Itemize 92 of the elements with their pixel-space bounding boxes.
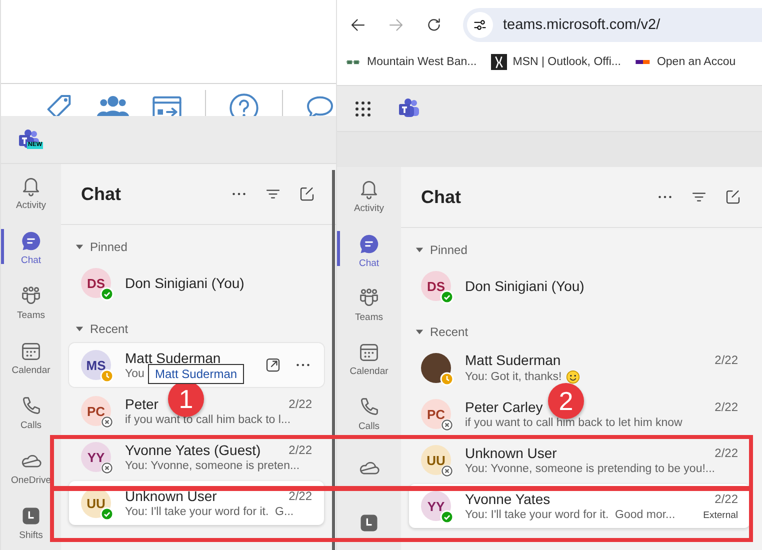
calendar-icon bbox=[358, 341, 380, 364]
rail-tab[interactable]: Calendar bbox=[1, 330, 61, 386]
calls-icon bbox=[20, 394, 42, 417]
rail-tab[interactable]: Shifts bbox=[1, 495, 61, 550]
address-bar[interactable]: teams.microsoft.com/v2/ bbox=[463, 8, 762, 42]
back-icon[interactable] bbox=[349, 16, 367, 34]
message-preview: You: Got it, thanks! bbox=[465, 371, 562, 383]
offline-status-icon bbox=[440, 418, 454, 432]
avatar: PC bbox=[81, 396, 111, 426]
offline-status-icon bbox=[100, 415, 114, 429]
activity-icon bbox=[358, 178, 380, 200]
rail-tab[interactable]: OneDrive bbox=[1, 440, 61, 496]
avatar: MS bbox=[81, 350, 111, 380]
chat-date: 2/22 bbox=[714, 353, 738, 367]
chat-date: 2/22 bbox=[714, 446, 738, 460]
chat-date: 2/22 bbox=[714, 400, 738, 414]
contact-name: Unknown User bbox=[465, 445, 557, 461]
pop-out-icon[interactable] bbox=[264, 356, 282, 374]
offline-status-icon bbox=[440, 464, 454, 478]
scrollbar[interactable] bbox=[332, 170, 335, 550]
smiley-emoji-icon bbox=[566, 370, 580, 384]
compose-icon[interactable] bbox=[298, 185, 316, 203]
contact-name: Yvonne Yates (Guest) bbox=[125, 442, 261, 458]
contact-name: Don Sinigiani (You) bbox=[125, 275, 244, 291]
section-header[interactable]: Recent bbox=[61, 307, 128, 343]
avatar: DS bbox=[81, 268, 111, 298]
butterfly-favicon-icon bbox=[490, 54, 507, 70]
available-status-icon bbox=[440, 290, 454, 304]
avatar: YY bbox=[81, 442, 111, 472]
section-header[interactable]: Recent bbox=[401, 310, 468, 346]
contact-name: Peter Carley bbox=[465, 399, 543, 415]
bookmark-link[interactable]: Mountain West Ban... bbox=[345, 54, 477, 70]
avatar: DS bbox=[421, 271, 451, 301]
contact-name: Unknown User bbox=[125, 488, 217, 504]
away-status-icon bbox=[440, 372, 454, 386]
chat-icon bbox=[358, 232, 380, 255]
rail-tab[interactable]: Chat bbox=[1, 220, 61, 276]
avatar: YY bbox=[421, 491, 451, 521]
contact-name: Peter bbox=[125, 396, 158, 412]
contact-name: Yvonne Yates bbox=[465, 491, 550, 507]
calendar-icon bbox=[20, 340, 42, 362]
message-preview: You: I'll take your word for it. Good mor... bbox=[465, 509, 676, 521]
message-preview: You: I'll take your word for it. G... bbox=[125, 506, 294, 518]
available-status-icon bbox=[100, 507, 114, 521]
chat-date: 2/22 bbox=[288, 489, 312, 503]
message-preview: if you want to call him back to l... bbox=[125, 414, 291, 426]
bookmark-link[interactable]: MSN | Outlook, Offi... bbox=[490, 54, 621, 70]
message-preview: You: Yvonne, someone is preten... bbox=[125, 460, 300, 472]
rail-tab[interactable]: Calls bbox=[1, 385, 61, 440]
avatar: UU bbox=[421, 445, 451, 475]
caret-icon bbox=[415, 246, 424, 254]
bank-favicon-icon bbox=[345, 60, 361, 64]
site-settings-icon bbox=[472, 17, 488, 33]
offline-status-icon bbox=[100, 461, 114, 475]
available-status-icon bbox=[440, 510, 454, 524]
message-preview: if you want to call him back to let him know bbox=[465, 417, 682, 429]
chat-item[interactable]: MS Matt Suderman You Matt Suderman bbox=[69, 343, 324, 387]
message-preview: You bbox=[125, 368, 144, 380]
contact-name: Don Sinigiani (You) bbox=[465, 278, 584, 294]
rail-tab[interactable]: Activity bbox=[1, 166, 61, 221]
available-status-icon bbox=[100, 287, 114, 301]
chat-date: 2/22 bbox=[288, 443, 312, 457]
section-header[interactable]: Pinned bbox=[401, 228, 468, 264]
caret-icon bbox=[415, 328, 424, 336]
bookmark-link[interactable]: Open an Accou bbox=[634, 54, 736, 70]
avatar: UU bbox=[81, 488, 111, 518]
calls-icon bbox=[358, 396, 380, 418]
app-launcher-icon[interactable] bbox=[353, 98, 373, 118]
avatar: PC bbox=[421, 399, 451, 429]
chat-icon bbox=[20, 230, 42, 252]
activity-icon bbox=[20, 175, 42, 198]
message-preview: You: Yvonne, someone is pretending to be you!... bbox=[465, 463, 715, 475]
rail-tab[interactable]: Activity bbox=[337, 169, 401, 224]
rail-tab[interactable]: Teams bbox=[337, 278, 401, 332]
contact-name: Matt Suderman bbox=[465, 352, 561, 368]
rail-tab[interactable]: Chat bbox=[337, 223, 401, 278]
rail-tab[interactable]: Teams bbox=[1, 276, 61, 331]
contact-name: Matt Suderman bbox=[125, 350, 221, 366]
pane-title: Chat bbox=[421, 186, 462, 208]
help-icon[interactable] bbox=[228, 92, 260, 116]
tooltip: Matt Suderman bbox=[148, 364, 244, 384]
away-status-icon bbox=[100, 369, 114, 383]
rail-tab[interactable]: Calls bbox=[337, 386, 401, 442]
section-header[interactable]: Pinned bbox=[61, 225, 128, 261]
external-label: External bbox=[703, 510, 738, 520]
pane-title: Chat bbox=[81, 184, 122, 204]
compose-icon[interactable] bbox=[724, 188, 742, 206]
rail-tab[interactable]: Calendar bbox=[337, 332, 401, 387]
chat-date: 2/22 bbox=[714, 492, 738, 506]
caret-icon bbox=[75, 324, 84, 334]
chat-date: 2/22 bbox=[288, 397, 312, 411]
caret-icon bbox=[75, 242, 84, 252]
